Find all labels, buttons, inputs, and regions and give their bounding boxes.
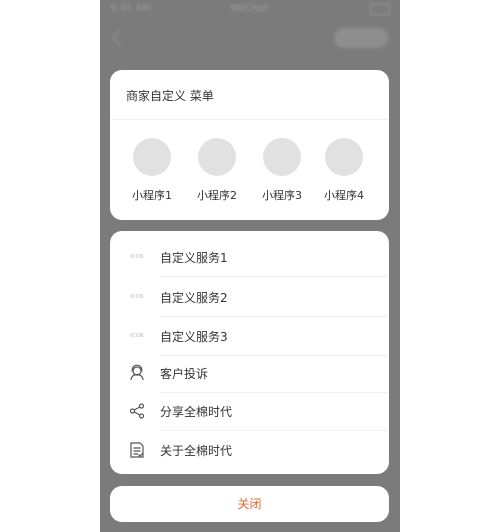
mini-program-3[interactable]: 小程序3 [252, 138, 312, 203]
menu-item-label: 自定义服务1 [160, 251, 228, 265]
menu-item-label: 自定义服务3 [160, 330, 228, 344]
close-button[interactable]: 关闭 [110, 486, 389, 522]
menu-item-share[interactable]: 分享全棉时代 [110, 391, 389, 431]
about-icon [128, 441, 146, 459]
menu-item-label: 关于全棉时代 [160, 444, 233, 458]
custom-menu-card: 商家自定义 菜单 小程序1 小程序2 小程序3 小程序4 [110, 70, 389, 220]
menu-item-custom-service-3[interactable]: ICON 自定义服务3 [110, 316, 389, 356]
mini-program-2[interactable]: 小程序2 [187, 138, 247, 203]
placeholder-icon: ICON [130, 254, 144, 260]
menu-item-custom-service-1[interactable]: ICON 自定义服务1 [110, 237, 389, 277]
status-bar: 9:41 AM WeChat [100, 0, 400, 18]
menu-capsule-button[interactable] [334, 28, 388, 48]
battery-icon [370, 4, 390, 15]
menu-item-custom-service-2[interactable]: ICON 自定义服务2 [110, 277, 389, 317]
mini-program-label: 小程序2 [197, 189, 237, 202]
mini-program-label: 小程序4 [324, 189, 364, 202]
menu-item-label: 自定义服务2 [160, 291, 228, 305]
status-time: 9:41 AM [110, 3, 152, 14]
menu-item-about[interactable]: 关于全棉时代 [110, 430, 389, 470]
mini-program-1[interactable]: 小程序1 [122, 138, 182, 203]
navigation-bar [100, 20, 400, 60]
mini-program-label: 小程序1 [132, 189, 172, 202]
mini-program-icon [133, 138, 171, 176]
menu-item-complaint[interactable]: 客户投诉 [110, 353, 389, 393]
mini-program-4[interactable]: 小程序4 [314, 138, 374, 203]
phone-screen: 9:41 AM WeChat 商家自定义 菜单 小程序1 小程序2 小程序3 小… [100, 0, 400, 532]
mini-program-icon [325, 138, 363, 176]
back-icon[interactable] [111, 29, 129, 47]
mini-program-icon [198, 138, 236, 176]
custom-menu-title: 商家自定义 菜单 [126, 89, 214, 103]
menu-item-label: 客户投诉 [160, 367, 209, 381]
service-menu-list: ICON 自定义服务1 ICON 自定义服务2 ICON 自定义服务3 客户投诉 [110, 231, 389, 474]
divider [110, 119, 389, 120]
share-icon [128, 402, 146, 420]
menu-item-label: 分享全棉时代 [160, 405, 233, 419]
mini-program-icon [263, 138, 301, 176]
placeholder-icon: ICON [130, 333, 144, 339]
customer-service-icon [128, 364, 146, 382]
mini-program-label: 小程序3 [262, 189, 302, 202]
placeholder-icon: ICON [130, 294, 144, 300]
status-carrier: WeChat [230, 3, 269, 14]
